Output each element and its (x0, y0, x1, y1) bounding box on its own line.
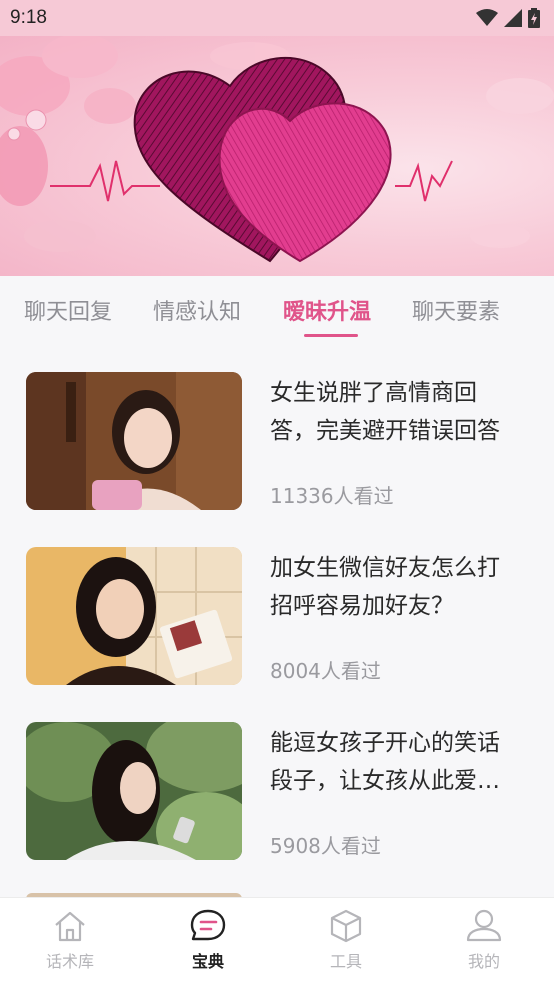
heartbeat-line-left (50, 160, 160, 202)
nav-label: 话术库 (45, 952, 94, 971)
wifi-icon (476, 9, 498, 26)
chat-bubble-icon (190, 909, 226, 941)
tab-chat-reply[interactable]: 聊天回复 (24, 294, 112, 326)
article-thumbnail (26, 372, 242, 510)
nav-label: 宝典 (191, 952, 224, 971)
article-item[interactable]: 加女生微信好友怎么打招呼容易加好友？ 8004人看过 (0, 547, 554, 697)
status-icons (476, 8, 540, 28)
status-bar: 9:18 (0, 0, 554, 36)
article-thumbnail (26, 722, 242, 860)
person-icon (466, 909, 502, 942)
nav-item-guide[interactable]: 宝典 (158, 908, 258, 972)
battery-icon (528, 8, 540, 28)
active-tab-indicator (304, 334, 358, 337)
nav-label: 我的 (467, 952, 500, 971)
article-views: 11336人看过 (270, 484, 394, 508)
cube-icon (330, 909, 362, 943)
tab-chat-elements[interactable]: 聊天要素 (412, 294, 500, 326)
nav-item-tools[interactable]: 工具 (296, 908, 396, 972)
article-title: 加女生微信好友怎么打招呼容易加好友？ (270, 555, 500, 619)
article-title: 女生说胖了高情商回答，完美避开错误回答 (270, 380, 500, 444)
article-thumbnail (26, 547, 242, 685)
article-views: 5908人看过 (270, 834, 381, 858)
heartbeat-line-right (395, 160, 453, 202)
bottom-nav: 话术库 宝典 工具 我的 (0, 897, 554, 984)
article-item[interactable]: 女生说胖了高情商回答，完美避开错误回答 11336人看过 (0, 372, 554, 522)
signal-icon (504, 9, 522, 27)
nav-item-scripts[interactable]: 话术库 (20, 908, 120, 972)
hero-banner[interactable] (0, 36, 554, 276)
tab-ambiguous-warming[interactable]: 暧昧升温 (283, 294, 371, 326)
article-views: 8004人看过 (270, 659, 381, 683)
nav-item-profile[interactable]: 我的 (434, 908, 534, 972)
category-tabs: 聊天回复 情感认知 暧昧升温 聊天要素 (0, 276, 554, 346)
hearts-illustration (0, 36, 554, 263)
nav-label: 工具 (329, 952, 362, 971)
home-icon (55, 911, 85, 942)
article-item[interactable]: 能逗女孩子开心的笑话段子，让女孩从此爱上你 5908人看过 (0, 722, 554, 872)
tab-emotion-cognition[interactable]: 情感认知 (153, 294, 241, 326)
article-title: 能逗女孩子开心的笑话段子，让女孩从此爱上你 (270, 730, 500, 794)
status-time: 9:18 (10, 7, 47, 28)
